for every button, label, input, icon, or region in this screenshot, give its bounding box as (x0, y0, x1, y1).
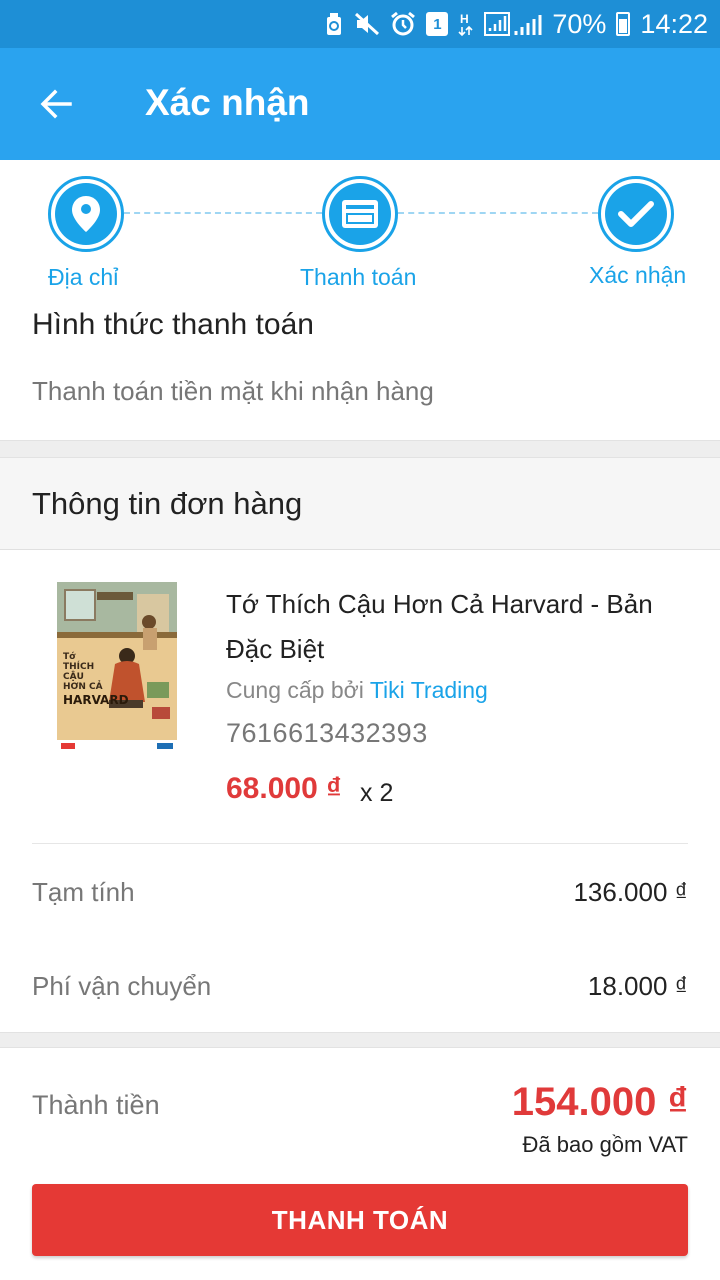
product-price: 68.000 ₫ (226, 772, 342, 805)
step-payment-label: Thanh toán (300, 264, 417, 290)
step-payment[interactable] (322, 176, 398, 252)
battery-percent: 70% (552, 8, 607, 39)
step-connector (398, 212, 598, 214)
payment-method: Thanh toán tiền mặt khi nhận hàng (32, 376, 434, 406)
step-address[interactable] (48, 176, 124, 252)
subtotal-value: 136.000 ₫ (573, 877, 688, 907)
payment-section-title: Hình thức thanh toán (32, 308, 314, 341)
step-address-label: Địa chỉ (48, 264, 119, 290)
book-cover-title: Tớ THÍCH CẬU HƠN CẢ HARVARD (63, 652, 129, 707)
data-icon: H (458, 10, 474, 38)
vat-note: Đã bao gồm VAT (522, 1132, 688, 1157)
credit-card-icon (342, 200, 378, 228)
recycle-icon (324, 10, 344, 38)
status-bar: 1 H 70% 14:22 (0, 0, 720, 48)
status-icons: 1 H 70% 14:22 (324, 0, 708, 48)
product-seller: Cung cấp bởi Tiki Trading (226, 677, 488, 704)
step-confirm[interactable] (598, 176, 674, 252)
notification-count-badge: 1 (426, 12, 449, 36)
divider (32, 843, 688, 844)
total-label: Thành tiền (32, 1090, 160, 1120)
section-divider (0, 440, 720, 458)
mute-icon (354, 10, 380, 38)
location-pin-icon (72, 196, 100, 232)
product-name[interactable]: Tớ Thích Cậu Hơn Cả Harvard - Bản Đặc Bi… (226, 582, 686, 672)
svg-text:H: H (460, 12, 469, 26)
arrow-left-icon (40, 89, 72, 119)
order-section-header: Thông tin đơn hàng (0, 458, 720, 550)
product-sku: 7616613432393 (226, 718, 428, 748)
product-thumbnail[interactable]: Tớ THÍCH CẬU HƠN CẢ HARVARD (57, 582, 177, 752)
section-divider (0, 1032, 720, 1048)
seller-link[interactable]: Tiki Trading (370, 677, 488, 703)
alarm-icon (390, 10, 416, 38)
subtotal-label: Tạm tính (32, 877, 135, 907)
app-bar: Xác nhận (0, 48, 720, 160)
signal-icon (484, 10, 542, 38)
clock: 14:22 (640, 8, 708, 39)
shipping-value: 18.000 ₫ (587, 971, 688, 1001)
step-connector (124, 212, 322, 214)
check-icon (618, 201, 654, 227)
product-quantity: x 2 (360, 779, 394, 807)
battery-icon (616, 12, 631, 36)
checkout-stepper: Địa chỉ Thanh toán Xác nhận (0, 160, 720, 300)
back-button[interactable] (28, 76, 84, 132)
step-confirm-label: Xác nhận (589, 262, 687, 288)
page-title: Xác nhận (145, 82, 310, 123)
checkout-button[interactable]: THANH TOÁN (32, 1184, 688, 1256)
shipping-label: Phí vận chuyển (32, 971, 212, 1001)
order-section-title: Thông tin đơn hàng (32, 486, 303, 521)
total-value: 154.000 ₫ (511, 1080, 688, 1124)
seller-prefix: Cung cấp bởi (226, 677, 364, 703)
